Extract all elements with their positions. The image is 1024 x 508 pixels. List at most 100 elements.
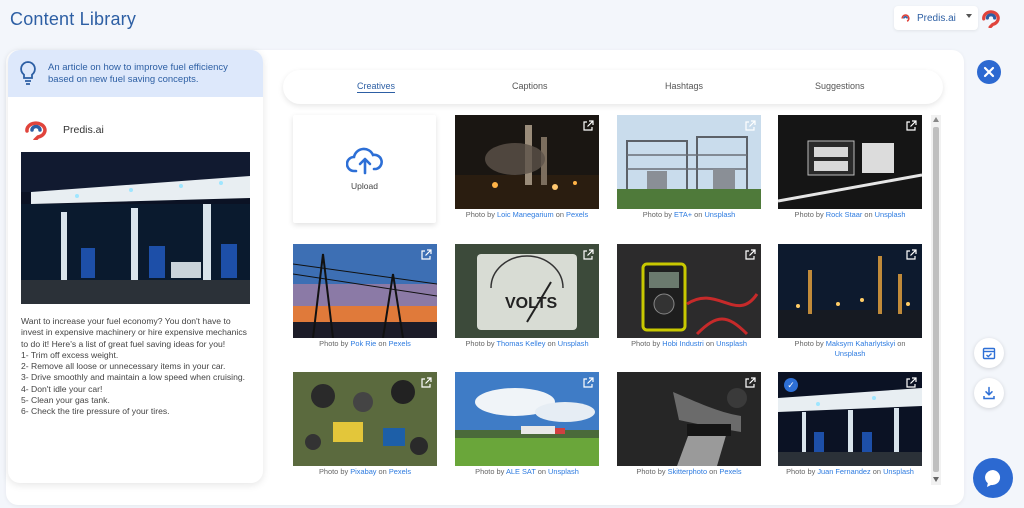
external-link-icon[interactable] bbox=[744, 249, 756, 261]
photo-thumbnail[interactable] bbox=[617, 244, 761, 338]
scroll-up-icon[interactable] bbox=[933, 117, 939, 122]
schedule-button[interactable] bbox=[974, 338, 1004, 368]
photo-thumbnail[interactable] bbox=[617, 372, 761, 466]
external-link-icon[interactable] bbox=[744, 377, 756, 389]
author-link[interactable]: Pixabay bbox=[350, 467, 376, 476]
external-link-icon[interactable] bbox=[420, 249, 432, 261]
credit-prefix: Photo by bbox=[465, 210, 497, 219]
source-link[interactable]: Pexels bbox=[566, 210, 588, 219]
close-button[interactable] bbox=[977, 60, 1001, 84]
photo-card[interactable]: Photo by Skitterphoto on Pexels bbox=[617, 372, 761, 477]
credit-prefix: Photo by bbox=[475, 467, 506, 476]
author-link[interactable]: Thomas Kelley bbox=[497, 339, 546, 348]
photo-card[interactable]: Photo by Hobi Industri on Unsplash bbox=[617, 244, 761, 349]
photo-thumbnail[interactable]: ✓ bbox=[778, 372, 922, 466]
grid-scrollbar[interactable] bbox=[931, 115, 941, 485]
photo-credit: Photo by Skitterphoto on Pexels bbox=[617, 466, 761, 477]
photo-thumbnail[interactable] bbox=[617, 115, 761, 209]
source-link[interactable]: Unsplash bbox=[835, 349, 866, 358]
author-link[interactable]: Rock Staar bbox=[826, 210, 863, 219]
selected-check-icon[interactable]: ✓ bbox=[784, 378, 798, 392]
external-link-icon[interactable] bbox=[905, 120, 917, 132]
source-link[interactable]: Pexels bbox=[719, 467, 741, 476]
credit-prefix: Photo by bbox=[642, 210, 674, 219]
photo-card[interactable]: Photo by Loic Manegarium on Pexels bbox=[455, 115, 599, 220]
photo-card[interactable]: Photo by Pok Rie on Pexels bbox=[293, 244, 437, 349]
photo-thumbnail[interactable] bbox=[778, 244, 922, 338]
external-link-icon[interactable] bbox=[905, 249, 917, 261]
lightbulb-icon bbox=[20, 61, 36, 85]
author-link[interactable]: Juan Fernandez bbox=[817, 467, 870, 476]
photo-card[interactable]: Photo by Rock Staar on Unsplash bbox=[778, 115, 922, 220]
predis-logo-icon bbox=[901, 13, 910, 22]
source-link[interactable]: Unsplash bbox=[558, 339, 589, 348]
photo-credit: Photo by Pixabay on Pexels bbox=[293, 466, 437, 477]
credit-prefix: Photo by bbox=[319, 339, 351, 348]
credit-joiner: on bbox=[870, 467, 884, 476]
chat-button[interactable] bbox=[973, 458, 1013, 498]
photo-credit: Photo by ETA+ on Unsplash bbox=[617, 209, 761, 220]
photo-credit: Photo by Thomas Kelley on Unsplash bbox=[455, 338, 599, 349]
external-link-icon[interactable] bbox=[582, 249, 594, 261]
photo-thumbnail[interactable] bbox=[293, 244, 437, 338]
author-link[interactable]: ETA+ bbox=[674, 210, 692, 219]
photo-credit: Photo by Loic Manegarium on Pexels bbox=[455, 209, 599, 220]
source-link[interactable]: Pexels bbox=[389, 467, 411, 476]
photo-card[interactable]: Photo by ALE SAT on Unsplash bbox=[455, 372, 599, 477]
credit-prefix: Photo by bbox=[318, 467, 351, 476]
prompt-text: An article on how to improve fuel effici… bbox=[48, 62, 228, 85]
photo-card[interactable]: Photo by ETA+ on Unsplash bbox=[617, 115, 761, 220]
external-link-icon[interactable] bbox=[744, 120, 756, 132]
external-link-icon[interactable] bbox=[905, 377, 917, 389]
page-title: Content Library bbox=[10, 9, 137, 29]
tab-suggestions[interactable]: Suggestions bbox=[815, 81, 865, 91]
author-link[interactable]: Maksym Kaharlytskyi bbox=[826, 339, 895, 348]
download-icon bbox=[983, 386, 995, 400]
photo-card[interactable]: Photo by Pixabay on Pexels bbox=[293, 372, 437, 477]
account-name: Predis.ai bbox=[917, 12, 956, 24]
photo-thumbnail[interactable]: VOLTS bbox=[455, 244, 599, 338]
source-link[interactable]: Unsplash bbox=[704, 210, 735, 219]
tab-creatives[interactable]: Creatives bbox=[357, 81, 396, 93]
photo-credit: Photo by Rock Staar on Unsplash bbox=[778, 209, 922, 220]
author-link[interactable]: Pok Rie bbox=[350, 339, 376, 348]
scrollbar-thumb[interactable] bbox=[933, 127, 939, 472]
external-link-icon[interactable] bbox=[582, 120, 594, 132]
tab-captions[interactable]: Captions bbox=[512, 81, 548, 91]
photo-card[interactable]: Photo by Maksym Kaharlytskyi on Unsplash bbox=[778, 244, 922, 359]
credit-prefix: Photo by bbox=[794, 339, 826, 348]
source-link[interactable]: Unsplash bbox=[883, 467, 914, 476]
photo-credit: Photo by Hobi Industri on Unsplash bbox=[617, 338, 761, 349]
chat-bubble-icon bbox=[984, 470, 1001, 487]
source-link[interactable]: Unsplash bbox=[716, 339, 747, 348]
author-link[interactable]: Skitterphoto bbox=[668, 467, 707, 476]
author-link[interactable]: Loic Manegarium bbox=[497, 210, 554, 219]
tab-hashtags[interactable]: Hashtags bbox=[665, 81, 703, 91]
external-link-icon[interactable] bbox=[582, 377, 594, 389]
upload-button[interactable]: Upload bbox=[293, 115, 436, 223]
author-link[interactable]: ALE SAT bbox=[506, 467, 536, 476]
photo-card[interactable]: VOLTS Photo by Thomas Kelley on Unsplash bbox=[455, 244, 599, 349]
author-link[interactable]: Hobi Industri bbox=[662, 339, 704, 348]
scroll-down-icon[interactable] bbox=[933, 477, 939, 482]
photo-credit: Photo by Maksym Kaharlytskyi on Unsplash bbox=[778, 338, 922, 359]
photo-thumbnail[interactable] bbox=[455, 115, 599, 209]
source-link[interactable]: Unsplash bbox=[875, 210, 906, 219]
photo-thumbnail[interactable] bbox=[293, 372, 437, 466]
download-button[interactable] bbox=[974, 378, 1004, 408]
account-dropdown[interactable]: Predis.ai bbox=[894, 6, 978, 30]
source-link[interactable]: Unsplash bbox=[548, 467, 579, 476]
external-link-icon[interactable] bbox=[420, 377, 432, 389]
predis-logo-icon bbox=[982, 10, 1000, 28]
upload-label: Upload bbox=[351, 181, 378, 191]
credit-joiner: on bbox=[376, 339, 389, 348]
photo-thumbnail[interactable] bbox=[455, 372, 599, 466]
credit-joiner: on bbox=[895, 339, 906, 348]
credit-joiner: on bbox=[862, 210, 875, 219]
photo-card[interactable]: ✓ Photo by Juan Fernandez on Unsplash bbox=[778, 372, 922, 477]
photo-thumbnail[interactable] bbox=[778, 115, 922, 209]
photo-credit: Photo by Pok Rie on Pexels bbox=[293, 338, 437, 349]
credit-joiner: on bbox=[707, 467, 720, 476]
source-link[interactable]: Pexels bbox=[389, 339, 411, 348]
credit-prefix: Photo by bbox=[636, 467, 668, 476]
